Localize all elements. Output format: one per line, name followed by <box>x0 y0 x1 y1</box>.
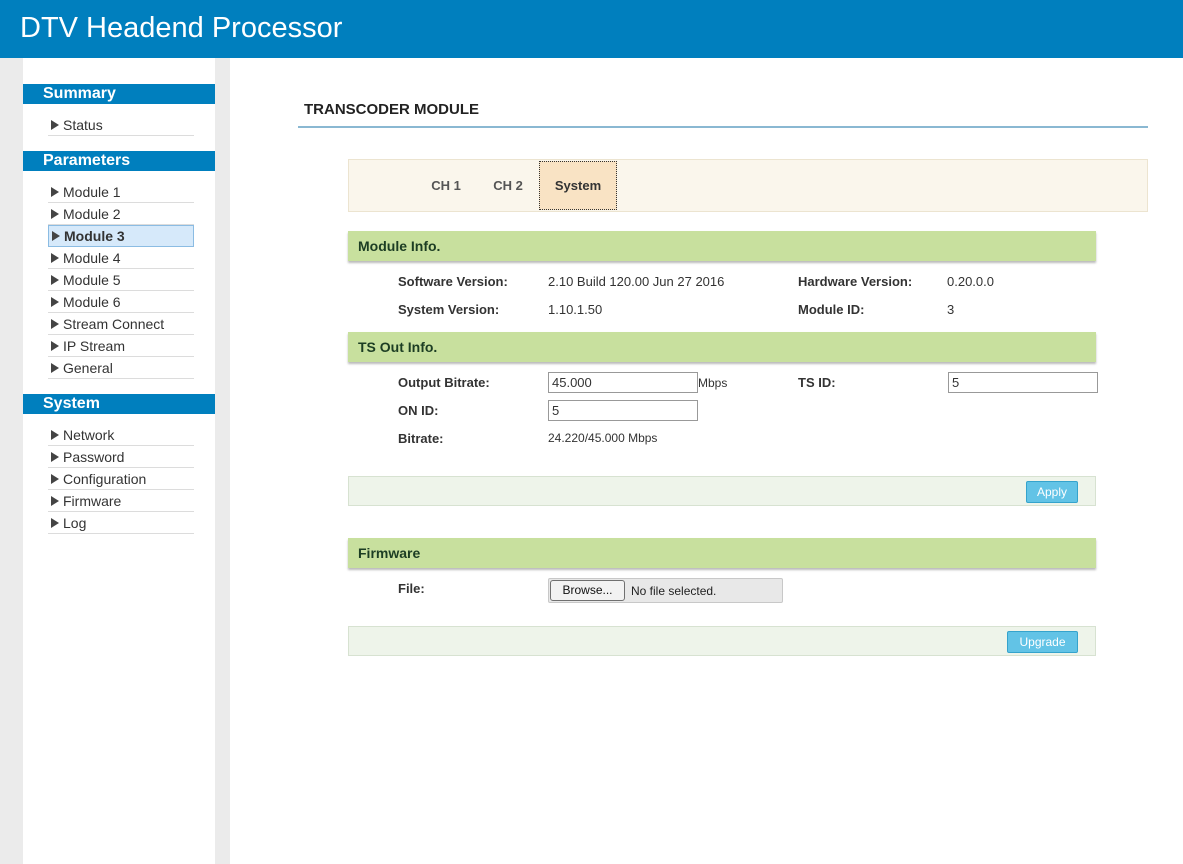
sidebar-item-label: Firmware <box>63 493 122 509</box>
triangle-right-icon <box>51 496 59 506</box>
software-version-value: 2.10 Build 120.00 Jun 27 2016 <box>548 274 725 289</box>
tab-ch1[interactable]: CH 1 <box>415 160 477 211</box>
triangle-right-icon <box>52 231 60 241</box>
sidebar-item-module-5[interactable]: Module 5 <box>48 270 194 291</box>
triangle-right-icon <box>51 319 59 329</box>
triangle-right-icon <box>51 120 59 130</box>
sidebar-item-label: Stream Connect <box>63 316 165 332</box>
browse-button[interactable]: Browse... <box>550 580 625 601</box>
on-id-label: ON ID: <box>398 403 439 418</box>
sidebar-item-firmware[interactable]: Firmware <box>48 491 194 512</box>
firmware-header: Firmware <box>348 538 1096 568</box>
sidebar-item-configuration[interactable]: Configuration <box>48 469 194 490</box>
sidebar-section-title: System <box>43 395 100 412</box>
bitrate-value: 24.220/45.000 Mbps <box>548 431 658 445</box>
sidebar-item-label: Log <box>63 515 87 531</box>
sidebar-item-password[interactable]: Password <box>48 447 194 468</box>
sidebar-item-label: Module 2 <box>63 206 121 222</box>
output-bitrate-unit: Mbps <box>698 376 728 390</box>
sidebar-section-title: Summary <box>43 85 116 102</box>
sidebar-item-module-4[interactable]: Module 4 <box>48 248 194 269</box>
file-input[interactable]: Browse... No file selected. <box>548 578 783 603</box>
sidebar-item-label: Network <box>63 427 115 443</box>
system-version-label: System Version: <box>398 302 500 317</box>
upgrade-bar: Upgrade <box>348 626 1096 656</box>
triangle-right-icon <box>51 253 59 263</box>
ts-id-label: TS ID: <box>798 375 836 390</box>
sidebar-section-summary: Summary <box>23 84 215 104</box>
tab-system[interactable]: System <box>539 161 617 210</box>
app-title: DTV Headend Processor <box>20 12 343 44</box>
sidebar-item-label: Status <box>63 117 103 133</box>
sidebar-item-label: Module 3 <box>64 228 125 244</box>
sidebar-item-label: General <box>63 360 113 376</box>
sidebar-item-module-3[interactable]: Module 3 <box>48 225 194 247</box>
section-title: TS Out Info. <box>358 339 438 355</box>
module-id-value: 3 <box>947 302 955 317</box>
tab-bar: CH 1 CH 2 System <box>348 159 1148 212</box>
system-version-value: 1.10.1.50 <box>548 302 603 317</box>
section-title: Module Info. <box>358 238 441 254</box>
output-bitrate-label: Output Bitrate: <box>398 375 490 390</box>
sidebar-item-log[interactable]: Log <box>48 513 194 534</box>
sidebar: Summary Status Parameters Module 1 Modul… <box>23 58 215 864</box>
triangle-right-icon <box>51 474 59 484</box>
sidebar-item-ip-stream[interactable]: IP Stream <box>48 336 194 357</box>
triangle-right-icon <box>51 430 59 440</box>
sidebar-item-module-6[interactable]: Module 6 <box>48 292 194 313</box>
upgrade-button[interactable]: Upgrade <box>1007 631 1078 653</box>
triangle-right-icon <box>51 187 59 197</box>
triangle-right-icon <box>51 297 59 307</box>
tab-ch2[interactable]: CH 2 <box>477 160 539 211</box>
sidebar-item-module-1[interactable]: Module 1 <box>48 182 194 203</box>
sidebar-item-label: Module 4 <box>63 250 121 266</box>
triangle-right-icon <box>51 275 59 285</box>
sidebar-item-label: Module 6 <box>63 294 121 310</box>
sidebar-section-title: Parameters <box>43 152 131 169</box>
sidebar-item-stream-connect[interactable]: Stream Connect <box>48 314 194 335</box>
apply-bar: Apply <box>348 476 1096 506</box>
file-label: File: <box>398 581 425 596</box>
hardware-version-label: Hardware Version: <box>798 274 913 289</box>
output-bitrate-input[interactable] <box>548 372 698 393</box>
sidebar-section-parameters: Parameters <box>23 151 215 171</box>
main-content: TRANSCODER MODULE CH 1 CH 2 System Modul… <box>230 58 1183 864</box>
sidebar-section-system: System <box>23 394 215 414</box>
triangle-right-icon <box>51 341 59 351</box>
ts-id-input[interactable] <box>948 372 1098 393</box>
page-title: TRANSCODER MODULE <box>304 101 479 118</box>
triangle-right-icon <box>51 518 59 528</box>
sidebar-item-label: Configuration <box>63 471 147 487</box>
module-info-header: Module Info. <box>348 231 1096 261</box>
on-id-input[interactable] <box>548 400 698 421</box>
triangle-right-icon <box>51 452 59 462</box>
sidebar-item-module-2[interactable]: Module 2 <box>48 204 194 225</box>
sidebar-item-general[interactable]: General <box>48 358 194 379</box>
software-version-label: Software Version: <box>398 274 508 289</box>
sidebar-item-network[interactable]: Network <box>48 425 194 446</box>
apply-button[interactable]: Apply <box>1026 481 1078 503</box>
ts-out-info-header: TS Out Info. <box>348 332 1096 362</box>
section-title: Firmware <box>358 545 421 561</box>
sidebar-item-label: Module 1 <box>63 184 121 200</box>
bitrate-label: Bitrate: <box>398 431 444 446</box>
module-id-label: Module ID: <box>798 302 865 317</box>
no-file-text: No file selected. <box>631 584 717 598</box>
triangle-right-icon <box>51 363 59 373</box>
sidebar-item-label: Module 5 <box>63 272 121 288</box>
sidebar-item-status[interactable]: Status <box>48 115 194 136</box>
hardware-version-value: 0.20.0.0 <box>947 274 994 289</box>
triangle-right-icon <box>51 209 59 219</box>
app-header: DTV Headend Processor <box>0 0 1183 58</box>
sidebar-item-label: Password <box>63 449 125 465</box>
title-divider <box>298 126 1148 128</box>
sidebar-item-label: IP Stream <box>63 338 125 354</box>
